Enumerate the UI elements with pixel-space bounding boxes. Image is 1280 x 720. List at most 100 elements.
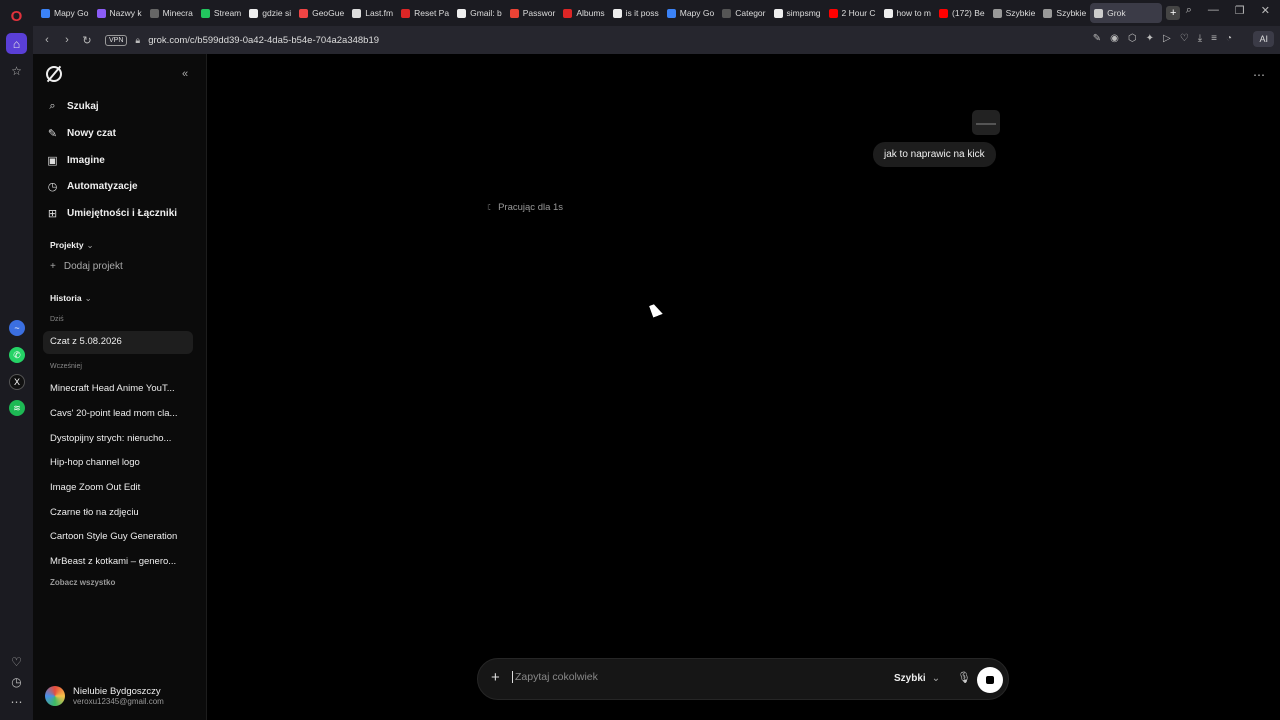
browser-tab[interactable]: Grok — [1090, 3, 1163, 23]
history-item[interactable]: MrBeast z kotkami – genero... — [50, 556, 182, 567]
shield-icon[interactable]: ⬡ — [1128, 33, 1137, 44]
prompt-input[interactable] — [512, 671, 872, 683]
camera-icon[interactable]: ◉ — [1110, 33, 1119, 44]
heart-icon[interactable]: ♡ — [6, 651, 27, 672]
browser-tab[interactable]: Stream — [197, 3, 245, 23]
group-today: Dziś — [50, 316, 64, 323]
projects-header[interactable]: Projekty ⌄ — [50, 240, 94, 251]
history-item[interactable]: Cartoon Style Guy Generation — [50, 531, 182, 542]
history-header[interactable]: Historia ⌄ — [50, 293, 92, 304]
browser-tab[interactable]: Mapy Go — [37, 3, 93, 23]
browser-tab[interactable]: Minecra — [146, 3, 197, 23]
forward-icon[interactable]: › — [57, 34, 77, 46]
close-icon[interactable]: ✕ — [1261, 4, 1270, 17]
browser-tab[interactable]: Szybkie — [1039, 3, 1090, 23]
history-item[interactable]: Image Zoom Out Edit — [50, 482, 182, 493]
star-icon[interactable]: ☆ — [6, 60, 27, 81]
browser-tab[interactable]: Mapy Go — [663, 3, 719, 23]
menu-icon[interactable]: ≡ — [1211, 33, 1217, 44]
history-icon[interactable]: ◷ — [6, 671, 27, 692]
url-field[interactable]: grok.com/c/b599dd39-0a42-4da5-b54e-704a2… — [148, 35, 379, 46]
spotify-icon[interactable]: ≋ — [9, 400, 25, 416]
browser-tab[interactable]: simpsmg — [770, 3, 825, 23]
tab-label: Last.fm — [365, 8, 394, 18]
reload-icon[interactable]: ↻ — [77, 34, 97, 47]
download-icon[interactable]: ⤓ — [1198, 33, 1202, 44]
restore-icon[interactable]: ❐ — [1235, 4, 1245, 17]
whatsapp-icon[interactable]: ✆ — [9, 347, 25, 363]
clock-icon: ◷ — [47, 181, 58, 193]
lock-icon[interactable]: 🔒︎ — [135, 35, 140, 46]
browser-tab[interactable]: GeoGue — [295, 3, 348, 23]
browser-tab[interactable]: 2 Hour C — [825, 3, 880, 23]
back-icon[interactable]: ‹ — [37, 34, 57, 46]
grok-sidebar: « ⌕ Szukaj ✎ Nowy czat ▣ Imagine ◷ Autom… — [33, 54, 207, 720]
nav-search[interactable]: ⌕ Szukaj — [46, 100, 98, 113]
heart-icon[interactable]: ♡ — [1180, 33, 1189, 44]
attach-plus-icon[interactable]: + — [491, 669, 500, 686]
browser-tab[interactable]: how to m — [880, 3, 936, 23]
tab-label: 2 Hour C — [841, 8, 876, 18]
ai-button[interactable]: AI — [1253, 31, 1274, 47]
opera-logo-icon[interactable]: O — [6, 6, 27, 27]
tab-label: Nazwy k — [109, 8, 142, 18]
nav-skills[interactable]: ⊞ Umiejętności i Łączniki — [46, 207, 177, 220]
browser-tab[interactable]: Albums — [559, 3, 608, 23]
tab-favicon-icon — [883, 8, 893, 18]
chat-area: ⋯ jak to naprawic na kick ⁝⁚ Pracując dl… — [208, 54, 1280, 720]
messenger-icon[interactable]: ~ — [9, 320, 25, 336]
browser-tab[interactable]: Categor — [718, 3, 769, 23]
nav-new-chat[interactable]: ✎ Nowy czat — [46, 127, 116, 140]
attached-image-thumbnail[interactable] — [972, 110, 1000, 135]
minimize-icon[interactable]: — — [1208, 4, 1219, 17]
user-message-bubble: jak to naprawic na kick — [873, 142, 996, 167]
play-icon[interactable]: ▷ — [1163, 33, 1171, 44]
browser-tab[interactable]: (172) Be — [935, 3, 989, 23]
grok-logo-icon[interactable] — [46, 66, 62, 82]
stop-button[interactable] — [977, 667, 1003, 693]
tab-favicon-icon — [509, 8, 519, 18]
tab-favicon-icon — [149, 8, 159, 18]
user-info: Nielubie Bydgoszczy veroxu12345@gmail.co… — [73, 686, 164, 706]
tab-label: how to m — [896, 8, 932, 18]
user-profile[interactable]: Nielubie Bydgoszczy veroxu12345@gmail.co… — [45, 686, 164, 706]
new-tab-button[interactable]: + — [1166, 6, 1181, 20]
browser-tab[interactable]: Passwor — [506, 3, 560, 23]
edit-icon[interactable]: ✎ — [1093, 33, 1101, 44]
home-icon[interactable]: ⌂ — [6, 33, 27, 54]
model-selector[interactable]: Szybki ⌄ — [894, 673, 940, 684]
browser-tab[interactable]: Reset Pa — [397, 3, 453, 23]
nav-label: Nowy czat — [67, 128, 116, 139]
nav-imagine[interactable]: ▣ Imagine — [46, 154, 105, 167]
history-item[interactable]: Dystopijny strych: nierucho... — [50, 433, 182, 444]
tab-label: Grok — [1107, 8, 1126, 18]
history-item[interactable]: Minecraft Head Anime YouT... — [50, 383, 182, 394]
browser-tab[interactable]: Gmail: b — [453, 3, 506, 23]
history-item[interactable]: Czarne tło na zdjęciu — [50, 507, 182, 518]
nav-automations[interactable]: ◷ Automatyzacje — [46, 180, 138, 193]
browser-tab[interactable]: is it poss — [609, 3, 663, 23]
history-item[interactable]: Hip-hop channel logo — [50, 457, 182, 468]
collapse-sidebar-icon[interactable]: « — [182, 68, 188, 80]
browser-tab[interactable]: Nazwy k — [93, 3, 146, 23]
add-project-button[interactable]: + Dodaj projekt — [50, 261, 123, 272]
browser-tab[interactable]: Last.fm — [348, 3, 397, 23]
vpn-badge[interactable]: VPN — [105, 34, 128, 46]
see-all-link[interactable]: Zobacz wszystko — [50, 578, 115, 587]
browser-tab[interactable]: gdzie si — [245, 3, 295, 23]
tab-label: Mapy Go — [679, 8, 715, 18]
extension-icon[interactable]: ✦ — [1146, 33, 1154, 44]
x-icon[interactable]: X — [9, 374, 25, 390]
projects-label: Projekty — [50, 240, 84, 250]
history-item[interactable]: Cavs' 20-point lead mom cla... — [50, 408, 182, 419]
profile-icon[interactable]: ◔ — [1226, 33, 1232, 44]
browser-tab[interactable]: Szybkie — [989, 3, 1040, 23]
thinking-status[interactable]: ⁝⁚ Pracując dla 1s — [487, 202, 563, 213]
microphone-icon[interactable]: 🎙︎ — [957, 671, 971, 684]
status-label: Pracując dla 1s — [498, 202, 564, 213]
more-options-icon[interactable]: ⋯ — [1253, 68, 1266, 82]
more-icon[interactable]: ⋯ — [6, 691, 27, 712]
search-tabs-icon[interactable]: ⌕ — [1186, 4, 1192, 17]
tab-favicon-icon — [401, 8, 411, 18]
history-item[interactable]: Czat z 5.08.2026 — [50, 336, 182, 347]
